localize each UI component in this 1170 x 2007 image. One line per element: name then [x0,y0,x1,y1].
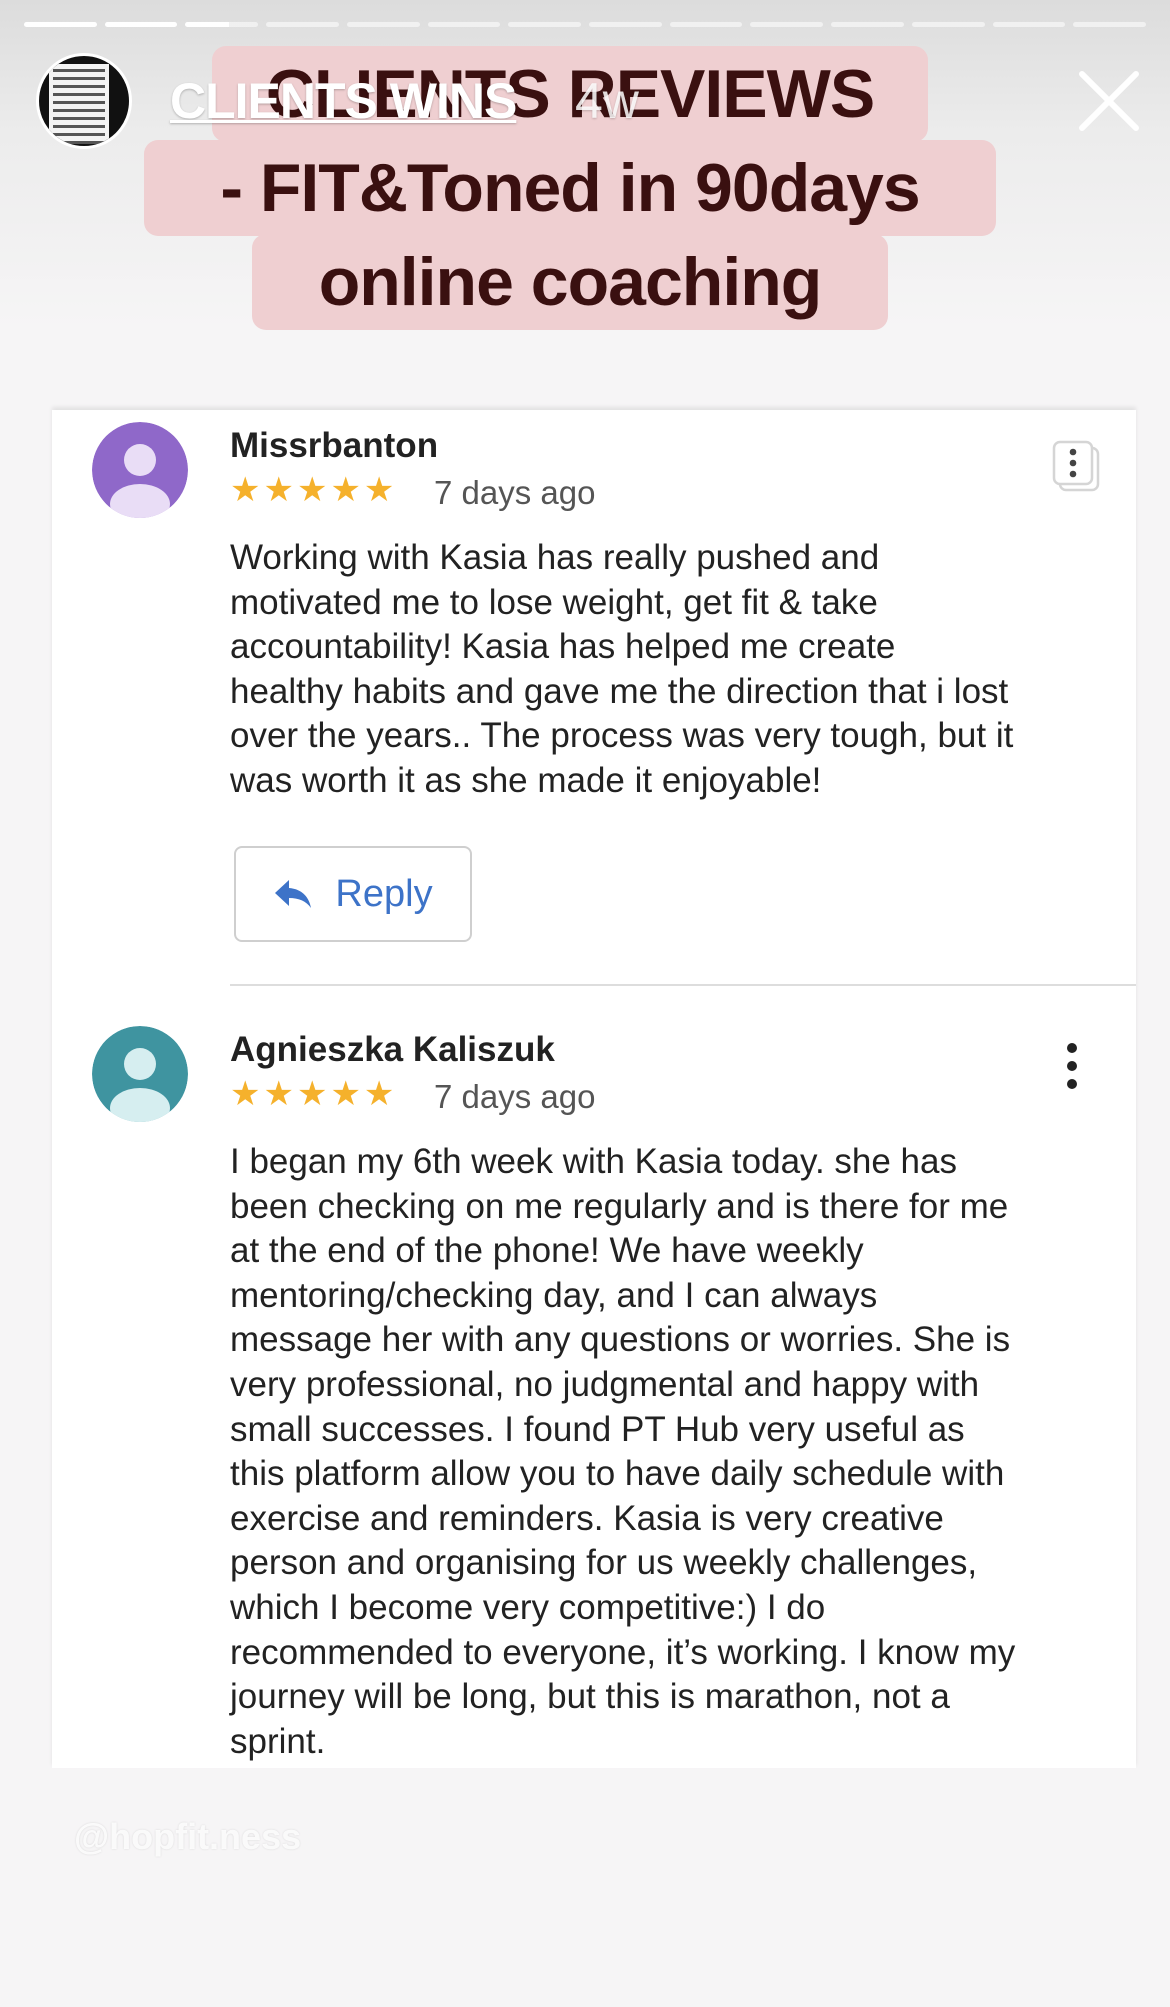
review-divider [230,984,1136,986]
reviewer-name: Missrbanton [230,426,439,465]
reviewer-avatar [92,1026,188,1122]
reviewer-name: Agnieszka Kaliszuk [230,1030,555,1069]
review-text: Working with Kasia has really pushed and… [230,538,1014,800]
star-rating: ★★★★★ [230,1075,398,1113]
reviewer-avatar [92,422,188,518]
star-rating: ★★★★★ [230,471,398,509]
copy-icon [1052,440,1100,492]
close-button[interactable] [1076,68,1142,134]
review-options-button[interactable] [1060,1038,1100,1098]
mention-sticker[interactable]: @hopfit.ness [74,1816,301,1858]
story-username[interactable]: CLIENTS WINS [170,72,517,130]
reviews-card: Missrbanton ★★★★★ 7 days ago Working wit… [52,410,1136,1768]
profile-thumbnail [49,64,109,144]
story-progress-bar [24,22,1147,28]
review-text: I began my 6th week with Kasia today. sh… [230,1142,1016,1761]
title-line-2: - FIT&Toned in 90days [144,140,996,236]
title-line-3: online coaching [252,234,888,330]
review-time: 7 days ago [434,474,596,511]
story-time: 4w [575,73,639,129]
profile-avatar[interactable] [36,53,132,149]
close-icon [1079,71,1139,131]
reply-arrow-icon [275,880,312,908]
more-vert-icon [1067,1043,1077,1089]
reply-button[interactable]: Reply [234,846,472,942]
reply-label: Reply [335,872,433,915]
review-time: 7 days ago [434,1078,596,1115]
review-options-button[interactable] [1050,438,1100,498]
person-icon [92,422,188,518]
person-icon [92,1026,188,1122]
